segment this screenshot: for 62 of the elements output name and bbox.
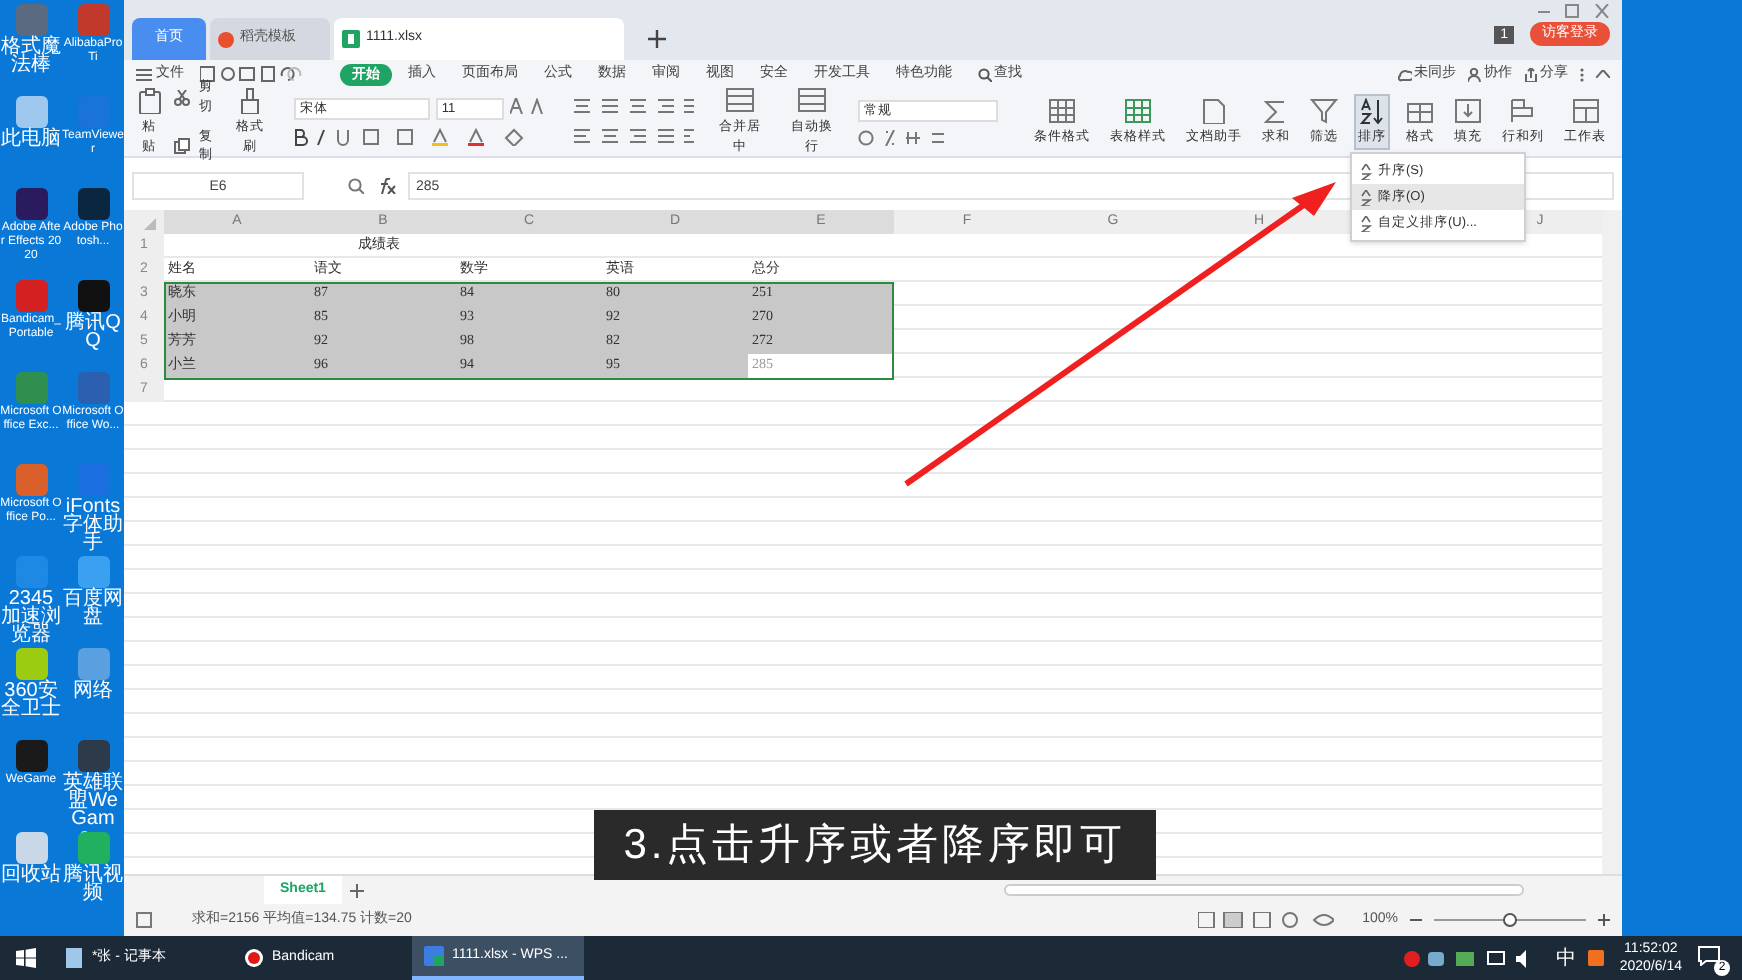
brush-icon: [240, 87, 261, 114]
spreadsheet-icon: [342, 30, 360, 48]
icon-label: iFonts字体助手: [62, 498, 124, 552]
cloud-icon: [1398, 67, 1412, 81]
wps-icon: [424, 946, 444, 966]
function-icon[interactable]: [376, 178, 396, 194]
icon-label: 腾讯视频: [62, 866, 124, 902]
worksheet-icon: [1571, 97, 1599, 124]
app-icon[interactable]: [15, 96, 47, 128]
windows-start-icon[interactable]: [16, 948, 36, 968]
notepad-icon: [64, 948, 84, 968]
add-tab-icon[interactable]: [648, 30, 666, 48]
format-icon: [1406, 97, 1434, 124]
view-mode-icons[interactable]: [1198, 912, 1335, 928]
scissors-icon: [174, 89, 191, 106]
filter-icon: [1310, 97, 1338, 124]
conditional-format-icon: [1048, 97, 1076, 124]
app-icon[interactable]: [15, 832, 47, 864]
horizontal-scrollbar[interactable]: [1003, 884, 1524, 896]
merge-cells-icon: [725, 87, 754, 112]
people-icon: [1468, 67, 1482, 81]
window-controls-icon[interactable]: [1538, 4, 1610, 18]
sum-icon: [1262, 97, 1290, 124]
sort-icon: [1360, 163, 1372, 179]
icon-label: 百度网盘: [62, 590, 124, 626]
status-icon: [136, 912, 152, 928]
app-tray-icon[interactable]: [1587, 950, 1604, 966]
icon-label: 此电脑: [0, 130, 62, 148]
add-sheet-icon[interactable]: [349, 883, 364, 897]
input-method[interactable]: 中: [1555, 943, 1576, 973]
document-icon: [1200, 97, 1228, 124]
icon-label: 格式魔法棒: [0, 38, 62, 74]
icon-label: 腾讯QQ: [63, 314, 123, 350]
sort-icon: [1360, 215, 1372, 231]
icon-label: 360安全卫士: [0, 682, 62, 718]
record-icon: [244, 948, 264, 968]
icon-label: 2345加速浏览器: [0, 590, 62, 644]
fill-icon: [1454, 97, 1482, 124]
alignment-icons[interactable]: [569, 98, 694, 146]
table-style-icon: [1124, 97, 1152, 124]
app-icon[interactable]: [15, 188, 47, 220]
icon-label: 回收站: [0, 866, 62, 884]
icon-label: 网络: [71, 682, 115, 700]
app-icon[interactable]: [77, 740, 109, 772]
app-icon[interactable]: [77, 188, 109, 220]
app-icon[interactable]: [15, 648, 47, 680]
search-icon: [978, 67, 992, 81]
zoom-icon[interactable]: [348, 178, 364, 194]
app-icon[interactable]: [77, 280, 109, 312]
notification-icon[interactable]: [1698, 946, 1720, 966]
zoom-slider-icon[interactable]: [1410, 912, 1610, 928]
rows-columns-icon: [1509, 97, 1537, 124]
sort-icon: [1360, 189, 1372, 205]
video-caption: 3.点击升序或者降序即可: [594, 810, 1156, 880]
docer-icon: [218, 31, 234, 47]
app-icon[interactable]: [15, 740, 47, 772]
sort-icon: [1358, 97, 1386, 124]
menu-icon[interactable]: [136, 67, 152, 81]
wrap-text-icon: [797, 87, 826, 112]
vertical-scrollbar[interactable]: [1602, 210, 1622, 874]
collapse-icon[interactable]: [1596, 70, 1610, 78]
share-icon: [1524, 67, 1538, 81]
